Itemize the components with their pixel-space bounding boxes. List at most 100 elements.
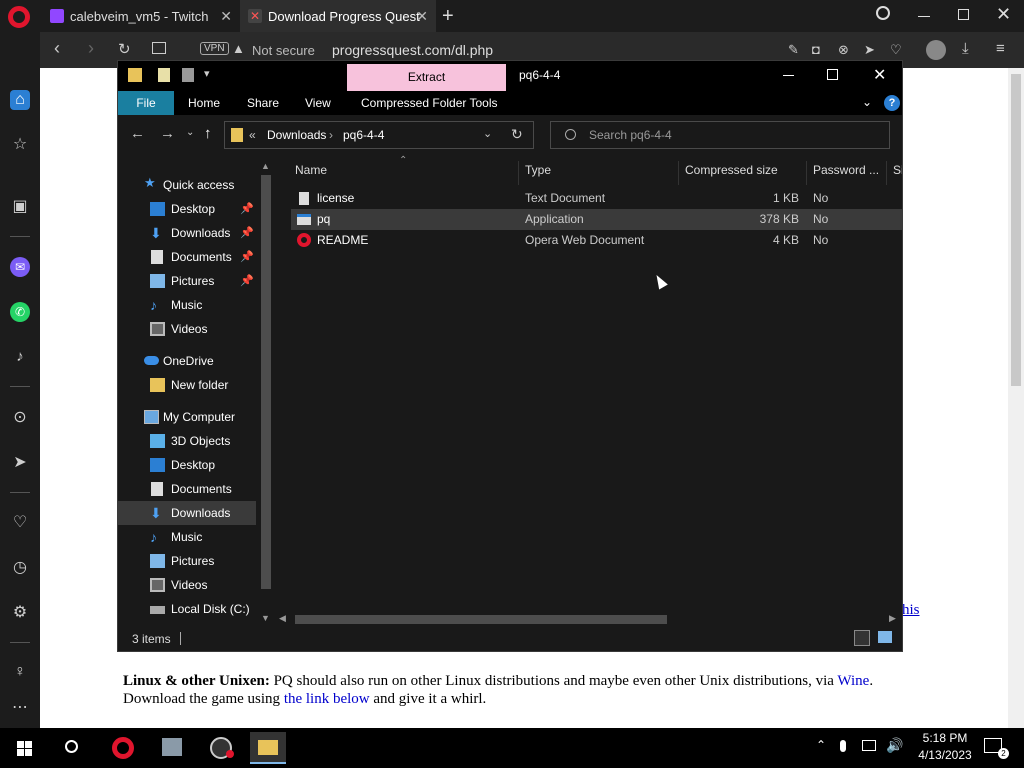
app-icon[interactable] (154, 732, 190, 764)
minimize-icon[interactable] (783, 75, 794, 76)
column-divider[interactable] (518, 161, 519, 185)
reload-icon[interactable]: ↻ (118, 40, 131, 58)
scroll-up-icon[interactable]: ▲ (261, 161, 270, 171)
tab-home[interactable]: Home (180, 91, 228, 115)
scroll-thumb[interactable] (295, 615, 667, 624)
favorites-icon[interactable]: ♡ (10, 513, 30, 533)
windows-start-icon[interactable] (6, 732, 42, 764)
column-size[interactable]: Si (893, 161, 902, 179)
up-arrow-icon[interactable]: ↑ (204, 125, 212, 142)
column-name[interactable]: Name (295, 161, 327, 179)
pin-icon[interactable]: 📌 (240, 269, 254, 293)
scroll-right-icon[interactable]: ▶ (889, 613, 896, 624)
nav-my-computer[interactable]: My Computer (118, 405, 258, 429)
tab-progress-quest[interactable]: ✕ Download Progress Quest ✕ (240, 0, 436, 32)
volume-icon[interactable]: 🔊 (886, 737, 903, 754)
nav-quick-access[interactable]: ★ Quick access (118, 173, 258, 197)
close-window-icon[interactable]: ✕ (996, 4, 1011, 25)
column-compressed-size[interactable]: Compressed size (685, 161, 778, 179)
close-tab-icon[interactable]: ✕ (220, 8, 232, 25)
scroll-thumb[interactable] (1011, 74, 1021, 386)
pin-icon[interactable]: 📌 (240, 221, 254, 245)
send-icon[interactable]: ➤ (864, 42, 875, 58)
nav-pc-downloads[interactable]: ⬇ Downloads (118, 501, 256, 525)
column-type[interactable]: Type (525, 161, 551, 179)
extract-tab[interactable]: Extract (347, 64, 506, 91)
forward-icon[interactable]: › (88, 38, 94, 59)
edit-icon[interactable]: ✎ (788, 42, 799, 58)
tab-file[interactable]: File (118, 91, 174, 115)
close-tab-icon[interactable]: ✕ (416, 8, 428, 25)
wine-link[interactable]: Wine (837, 673, 869, 689)
new-tab-icon[interactable]: + (442, 5, 454, 28)
url-field[interactable]: progressquest.com/dl.php (332, 42, 493, 58)
nav-3d-objects[interactable]: 3D Objects (118, 429, 258, 453)
profile-icon[interactable] (926, 40, 946, 60)
tab-twitch[interactable]: calebveim_vm5 - Twitch ✕ (40, 0, 240, 32)
bookmarks-icon[interactable]: ☆ (10, 135, 30, 155)
network-icon[interactable] (862, 740, 876, 751)
tab-compressed-folder-tools[interactable]: Compressed Folder Tools (353, 91, 506, 115)
maximize-icon[interactable] (827, 69, 838, 80)
details-view-icon[interactable] (854, 630, 870, 646)
search-icon[interactable] (54, 732, 90, 764)
shopping-icon[interactable]: ▣ (10, 197, 30, 217)
new-folder-icon[interactable] (182, 68, 194, 82)
messenger-icon[interactable]: ✉ (10, 257, 30, 277)
player-icon[interactable]: ⊙ (10, 408, 30, 428)
security-label[interactable]: Not secure (252, 43, 315, 58)
nav-pc-documents[interactable]: Documents (118, 477, 258, 501)
nav-quick-desktop[interactable]: Desktop 📌 (118, 197, 258, 221)
history-icon[interactable]: ◷ (10, 558, 30, 578)
vpn-badge[interactable]: VPN (200, 42, 229, 55)
nav-pc-videos[interactable]: Videos (118, 573, 258, 597)
breadcrumb-pq6-4-4[interactable]: pq6-4-4 (343, 128, 384, 142)
nav-quick-music[interactable]: ♪ Music (118, 293, 258, 317)
nav-quick-documents[interactable]: Documents 📌 (118, 245, 258, 269)
breadcrumb-downloads[interactable]: Downloads (267, 128, 326, 142)
link-below[interactable]: the link below (284, 691, 370, 707)
back-arrow-icon[interactable]: ← (130, 125, 145, 142)
settings-icon[interactable]: ⚙ (10, 603, 30, 623)
breadcrumb-overflow[interactable]: « (249, 128, 256, 142)
help-icon[interactable]: ? (884, 95, 900, 111)
properties-icon[interactable] (158, 68, 170, 82)
scroll-down-icon[interactable]: ▼ (261, 613, 270, 623)
column-divider[interactable] (806, 161, 807, 185)
nav-pc-pictures[interactable]: Pictures (118, 549, 258, 573)
home-icon[interactable]: ⌂ (10, 90, 30, 110)
opera-browser-icon[interactable] (104, 732, 140, 764)
breadcrumb[interactable]: « Downloads › pq6-4-4 ⌄ ↻ (224, 121, 534, 149)
nav-scrollbar[interactable]: ▲ ▼ (258, 161, 274, 627)
show-hidden-icons-icon[interactable]: ⌃ (816, 738, 826, 752)
page-scrollbar[interactable] (1008, 68, 1024, 728)
whatsapp-icon[interactable]: ✆ (10, 302, 30, 322)
menu-icon[interactable]: ≡ (996, 40, 1005, 57)
quick-access-toolbar-chevron-icon[interactable]: ▾ (204, 67, 210, 80)
expand-ribbon-icon[interactable]: ⌄ (862, 95, 872, 109)
clock-time[interactable]: 5:18 PM (912, 731, 978, 745)
nav-quick-downloads[interactable]: ⬇ Downloads 📌 (118, 221, 258, 245)
horizontal-scrollbar[interactable]: ◀ ▶ (275, 611, 902, 627)
opera-logo-icon[interactable] (8, 6, 30, 28)
heart-icon[interactable]: ♡ (890, 42, 902, 58)
restore-window-icon[interactable] (958, 9, 969, 20)
microphone-icon[interactable] (840, 740, 846, 752)
file-row-license[interactable]: license Text Document 1 KB No (291, 188, 902, 209)
file-explorer-icon[interactable] (250, 732, 286, 764)
tips-icon[interactable]: ♀ (10, 662, 30, 682)
nav-new-folder[interactable]: New folder (118, 373, 258, 397)
scroll-thumb[interactable] (261, 175, 271, 589)
clock-date[interactable]: 4/13/2023 (912, 748, 978, 762)
tab-share[interactable]: Share (239, 91, 287, 115)
camera-icon[interactable]: ◘ (812, 42, 820, 57)
send-icon[interactable]: ➤ (10, 453, 30, 473)
minimize-window-icon[interactable] (918, 16, 930, 17)
forward-arrow-icon[interactable]: → (160, 125, 175, 142)
file-row-readme[interactable]: README Opera Web Document 4 KB No (291, 230, 902, 251)
nav-local-disk[interactable]: Local Disk (C:) (118, 597, 258, 621)
column-divider[interactable] (886, 161, 887, 185)
nav-onedrive[interactable]: OneDrive (118, 349, 258, 373)
more-icon[interactable]: ⋯ (10, 698, 30, 718)
tab-view[interactable]: View (297, 91, 339, 115)
